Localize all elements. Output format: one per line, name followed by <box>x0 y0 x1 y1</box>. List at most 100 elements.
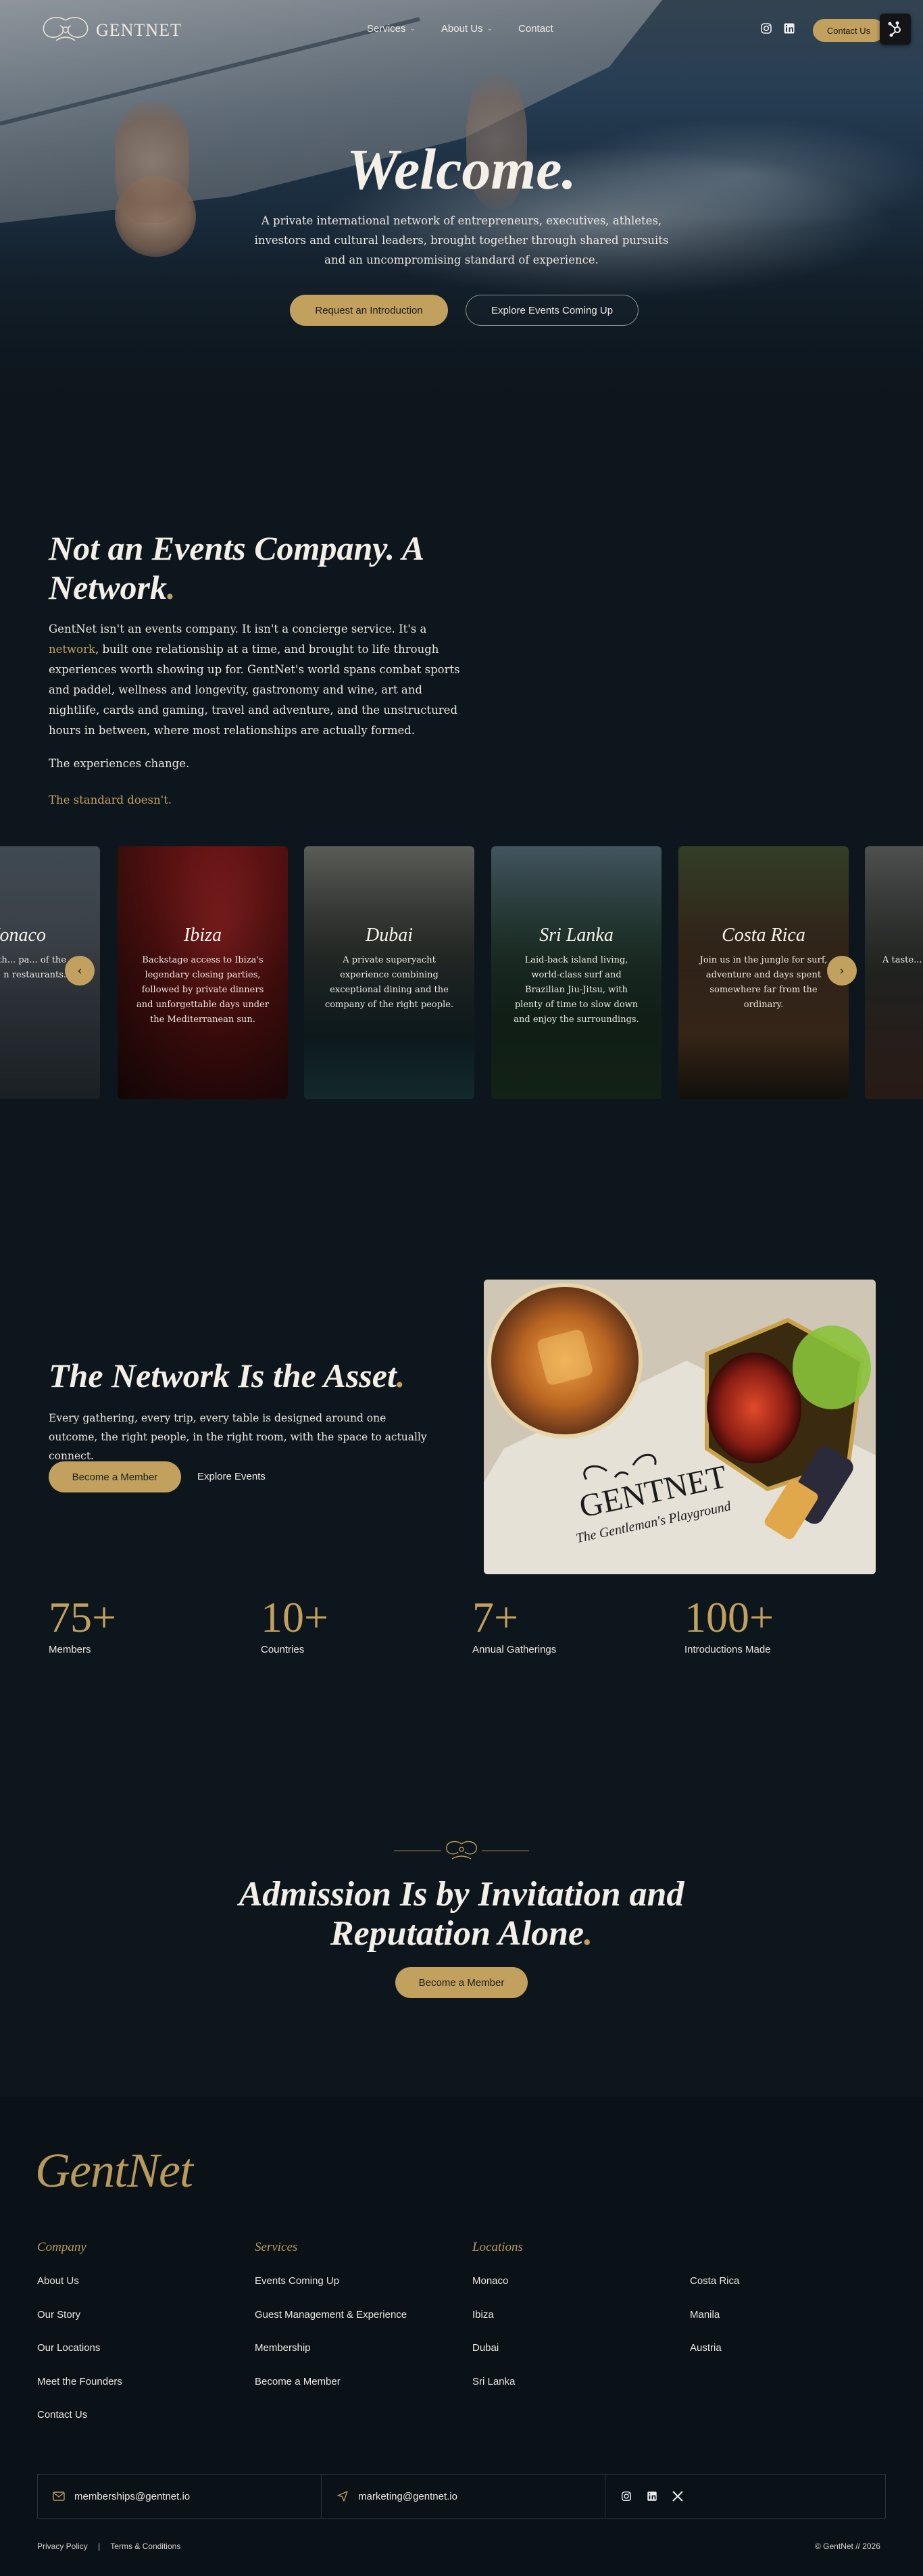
heading-dot: . <box>167 568 176 606</box>
contact-us-button[interactable]: Contact Us <box>813 19 884 42</box>
nav-services[interactable]: Services ⌄ <box>367 23 416 34</box>
stat-value: 75+ <box>49 1593 117 1641</box>
footer-link-meet-founders[interactable]: Meet the Founders <box>37 2376 122 2410</box>
card-title: Sri Lanka <box>539 925 614 946</box>
footer-services-heading: Services <box>255 2240 298 2254</box>
admission-heading-line1: Admission Is by Invitation and <box>239 1875 684 1914</box>
explore-events-button[interactable]: Explore Events Coming Up <box>466 295 639 326</box>
footer-link-monaco[interactable]: Monaco <box>472 2275 523 2309</box>
hero-subtitle: A private international network of entre… <box>254 214 669 266</box>
instagram-icon[interactable] <box>759 22 773 35</box>
linkedin-icon[interactable] <box>646 2490 658 2502</box>
stat-label: Introductions Made <box>684 1644 771 1655</box>
footer-services-column: Services Events Coming Up Guest Manageme… <box>255 2240 407 2409</box>
marketing-email-cell[interactable]: marketing@gentnet.io <box>322 2475 605 2518</box>
become-member-button[interactable]: Become a Member <box>49 1461 181 1492</box>
nav-links: Services ⌄ About Us ⌄ Contact <box>367 23 553 34</box>
nav-services-label: Services <box>367 23 406 34</box>
experiences-change-text: The experiences change. <box>49 757 190 770</box>
terms-conditions-link[interactable]: Terms & Conditions <box>110 2542 180 2551</box>
admission-become-member-button[interactable]: Become a Member <box>395 1967 528 1998</box>
asset-heading: The Network Is the Asset. <box>49 1356 468 1395</box>
send-icon <box>337 2491 348 2502</box>
hubspot-chat-icon[interactable] <box>880 14 911 45</box>
footer-link-become-member[interactable]: Become a Member <box>255 2376 407 2410</box>
nav-contact-label: Contact <box>518 23 553 34</box>
memberships-email[interactable]: memberships@gentnet.io <box>74 2491 190 2502</box>
privacy-policy-link[interactable]: Privacy Policy <box>37 2542 88 2551</box>
marketing-email[interactable]: marketing@gentnet.io <box>358 2491 457 2502</box>
stat-countries: 10+ Countries <box>261 1594 328 1656</box>
network-body: GentNet isn't an events company. It isn'… <box>49 619 461 741</box>
network-body-text: GentNet isn't an events company. It isn'… <box>49 623 427 635</box>
footer-link-about-us[interactable]: About Us <box>37 2275 122 2309</box>
footer-link-guest-management[interactable]: Guest Management & Experience <box>255 2309 407 2343</box>
legal-links: Privacy Policy | Terms & Conditions <box>37 2542 180 2551</box>
footer-company-heading: Company <box>37 2240 86 2254</box>
card-overlay <box>865 846 923 1099</box>
footer-logo[interactable]: GentNet <box>35 2143 193 2199</box>
copyright: © GentNet // 2026 <box>815 2542 880 2551</box>
destination-card-next[interactable]: A taste... <box>865 846 923 1099</box>
heading-dot: . <box>584 1914 593 1953</box>
footer-locations-heading: Locations <box>472 2240 523 2254</box>
footer-link-events-coming-up[interactable]: Events Coming Up <box>255 2275 407 2309</box>
whisky-coaster-illustration: GENTNET The Gentleman's Playground <box>484 1280 876 1574</box>
nav-about-label: About Us <box>441 23 483 34</box>
nav-contact[interactable]: Contact <box>518 23 553 34</box>
memberships-email-cell[interactable]: memberships@gentnet.io <box>38 2475 322 2518</box>
footer-link-manila[interactable]: Manila <box>690 2309 739 2343</box>
carousel-next-arrow[interactable]: › <box>827 956 857 986</box>
footer-link-austria[interactable]: Austria <box>690 2342 739 2376</box>
instagram-icon[interactable] <box>620 2490 632 2502</box>
card-text: Join us in the jungle for surf, adventur… <box>699 955 828 1010</box>
carousel-prev-arrow[interactable]: ‹ <box>65 956 95 986</box>
footer-company-column: Company About Us Our Story Our Locations… <box>37 2240 122 2443</box>
footer-link-costa-rica[interactable]: Costa Rica <box>690 2275 739 2309</box>
card-title: Monaco <box>0 925 46 946</box>
footer-link-dubai[interactable]: Dubai <box>472 2342 523 2376</box>
nav-about-us[interactable]: About Us ⌄ <box>441 23 493 34</box>
request-introduction-button[interactable]: Request an Introduction <box>290 295 448 326</box>
footer: GentNet Company About Us Our Story Our L… <box>0 2097 923 2576</box>
destination-card-dubai[interactable]: Dubai A private superyacht experience co… <box>304 846 474 1099</box>
standard-text: The standard doesn't. <box>49 794 172 806</box>
network-link[interactable]: network <box>49 643 95 656</box>
admission-heading: Admission Is by Invitation and Reputatio… <box>0 1875 923 1953</box>
destination-card-costa-rica[interactable]: Costa Rica Join us in the jungle for sur… <box>678 846 849 1099</box>
admission-heading-line2: Reputation Alone <box>330 1914 584 1953</box>
mail-icon <box>53 2492 65 2501</box>
asset-body: Every gathering, every trip, every table… <box>49 1412 427 1462</box>
stat-gatherings: 7+ Annual Gatherings <box>472 1593 556 1656</box>
card-title: Costa Rica <box>722 925 805 946</box>
footer-link-sri-lanka[interactable]: Sri Lanka <box>472 2376 523 2410</box>
network-heading-text: Not an Events Company. A Network <box>49 529 423 606</box>
card-title: Ibiza <box>184 925 222 946</box>
hero-actions: Request an Introduction Explore Events C… <box>0 295 923 326</box>
stat-value: 100+ <box>684 1593 774 1641</box>
x-twitter-icon[interactable] <box>672 2490 684 2502</box>
header-social-links <box>759 22 796 35</box>
card-title: Dubai <box>366 925 413 946</box>
card-text: A private superyacht experience combinin… <box>324 955 454 1010</box>
card-text: ...rial for th... pa... of the South o..… <box>0 955 66 980</box>
footer-link-our-story[interactable]: Our Story <box>37 2309 122 2343</box>
explore-events-link[interactable]: Explore Events <box>197 1471 266 1482</box>
chevron-down-icon: ⌄ <box>487 25 493 32</box>
network-body-text-2: , built one relationship at a time, and … <box>49 643 460 737</box>
network-heading: Not an Events Company. A Network. <box>49 529 481 607</box>
stat-value: 7+ <box>472 1593 519 1641</box>
card-text: Backstage access to Ibiza's legendary cl… <box>136 955 269 1025</box>
destination-card-ibiza[interactable]: Ibiza Backstage access to Ibiza's legend… <box>118 846 288 1099</box>
card-text: Laid-back island living, world-class sur… <box>514 955 639 1025</box>
heading-dot: . <box>396 1357 405 1394</box>
linkedin-icon[interactable] <box>782 22 796 35</box>
destination-card-sri-lanka[interactable]: Sri Lanka Laid-back island living, world… <box>491 846 662 1099</box>
gentnet-crest-logo[interactable] <box>37 15 94 45</box>
footer-link-membership[interactable]: Membership <box>255 2342 407 2376</box>
footer-link-contact-us[interactable]: Contact Us <box>37 2409 122 2443</box>
footer-link-ibiza[interactable]: Ibiza <box>472 2309 523 2343</box>
destinations-carousel: Monaco ...rial for th... pa... of the So… <box>0 846 923 1099</box>
brand-wordmark[interactable]: GENTNET <box>96 20 182 41</box>
footer-link-our-locations[interactable]: Our Locations <box>37 2342 122 2376</box>
